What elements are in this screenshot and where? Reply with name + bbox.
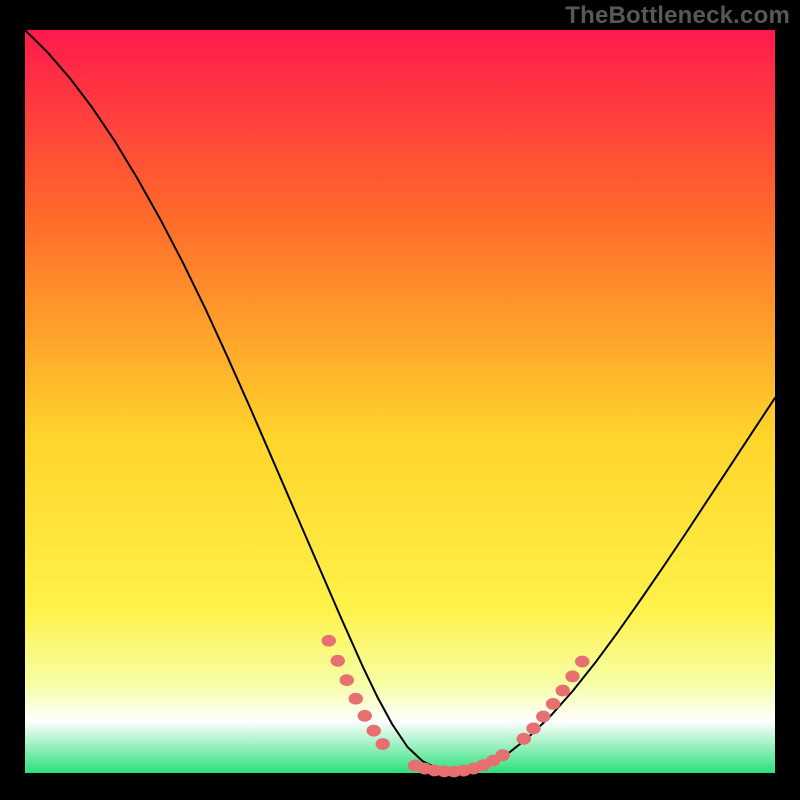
- data-marker: [496, 749, 510, 761]
- data-marker: [349, 693, 363, 705]
- data-marker: [331, 655, 345, 667]
- data-marker: [556, 685, 570, 697]
- plot-background: [25, 30, 775, 773]
- data-marker: [575, 656, 589, 668]
- chart-stage: { "watermark": "TheBottleneck.com", "col…: [0, 0, 800, 800]
- data-marker: [536, 711, 550, 723]
- data-marker: [340, 674, 354, 686]
- data-marker: [376, 738, 390, 750]
- data-marker: [546, 698, 560, 710]
- data-marker: [565, 671, 579, 683]
- chart-canvas: [0, 0, 800, 800]
- data-marker: [367, 725, 381, 737]
- data-marker: [322, 635, 336, 647]
- data-marker: [358, 710, 372, 722]
- data-marker: [517, 733, 531, 745]
- data-marker: [526, 723, 540, 735]
